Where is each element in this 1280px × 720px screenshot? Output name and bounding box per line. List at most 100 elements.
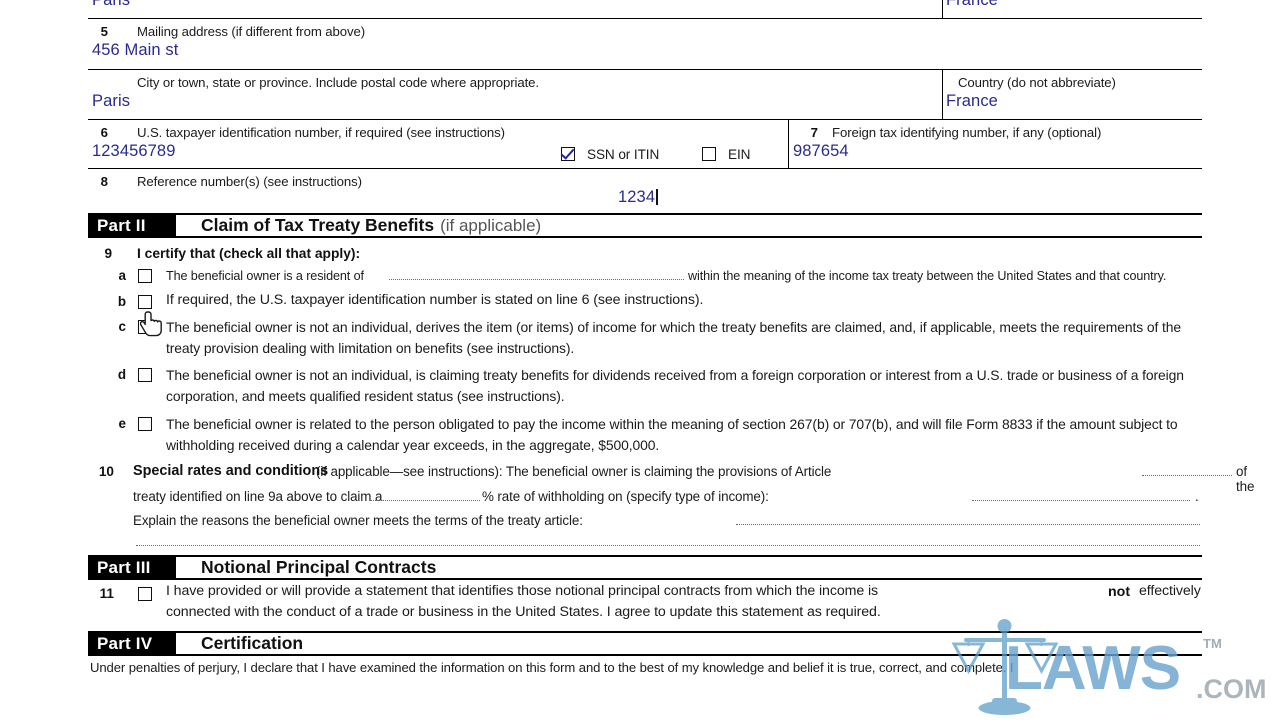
line9e-text: The beneficial owner is related to the p… — [166, 416, 1178, 453]
line9c-row: c The beneficial owner is not an individ… — [88, 317, 1202, 362]
line5-row: 5 Mailing address (if different from abo… — [88, 19, 1202, 69]
line9b-letter: b — [117, 294, 126, 309]
line9a-row: a The beneficial owner is a resident of … — [88, 266, 1202, 291]
line9e-checkbox[interactable] — [138, 416, 152, 434]
form-body: Paris France 5 Mailing address (if diffe… — [88, 0, 1254, 680]
line8-value[interactable]: 1234 — [618, 188, 655, 206]
part3-title: Notional Principal Contracts — [201, 557, 437, 577]
line11-text-not: not — [1108, 584, 1131, 600]
line10-explain-leader-1[interactable] — [736, 524, 1200, 525]
line6-value[interactable]: 123456789 — [92, 142, 176, 161]
line9a-letter: a — [118, 268, 126, 283]
part4-perjury-row: Under penalties of perjury, I declare th… — [88, 656, 1202, 680]
line9a-checkbox-box[interactable] — [138, 269, 152, 283]
line9a-text-before: The beneficial owner is a resident of — [166, 269, 364, 283]
line7-number: 7 — [810, 125, 818, 140]
line9d-letter: d — [117, 367, 126, 382]
line10-seg4: % rate of withholding on (specify type o… — [482, 489, 769, 504]
line9c-text: The beneficial owner is not an individua… — [166, 319, 1181, 356]
text-caret — [656, 189, 658, 205]
line10-seg3: treaty identified on line 9a above to cl… — [133, 489, 383, 504]
ein-checkbox[interactable] — [702, 146, 716, 164]
line8-caption: Reference number(s) (see instructions) — [137, 174, 362, 189]
line7-caption: Foreign tax identifying number, if any (… — [832, 125, 1102, 140]
line7-value[interactable]: 987654 — [793, 142, 849, 161]
line9e-letter: e — [118, 416, 126, 431]
line11-text-1c: effectively — [1139, 583, 1201, 599]
line4-country-value[interactable]: France — [946, 0, 998, 10]
line9-heading-row: 9 I certify that (check all that apply): — [88, 238, 1202, 266]
line4-vertical-divider — [942, 0, 943, 18]
line11-row: 11 I have provided or will provide a sta… — [88, 580, 1202, 631]
part4-tag: Part IV — [88, 633, 176, 654]
line10-income-leader[interactable] — [972, 500, 1190, 501]
line9b-checkbox[interactable] — [138, 294, 152, 312]
line10-row: 10 Special rates and conditions (if appl… — [88, 461, 1254, 555]
line5-country-value[interactable]: France — [946, 92, 998, 111]
line9-number: 9 — [104, 246, 112, 261]
line6-vertical-divider — [788, 120, 789, 168]
line9c-checkbox-box[interactable] — [138, 320, 152, 334]
line9b-row: b If required, the U.S. taxpayer identif… — [88, 291, 1202, 317]
line9b-text: If required, the U.S. taxpayer identific… — [166, 292, 704, 308]
line10-seg2: of the — [1236, 464, 1255, 494]
line5-value[interactable]: 456 Main st — [92, 41, 178, 60]
part4-title: Certification — [201, 633, 304, 653]
line9a-checkbox[interactable] — [138, 268, 152, 286]
line8-value-wrap[interactable]: 1234 — [618, 188, 658, 207]
part2-banner: Part II Claim of Tax Treaty Benefits (if… — [88, 213, 1202, 238]
line6-caption: U.S. taxpayer identification number, if … — [137, 125, 505, 140]
form-page: Paris France 5 Mailing address (if diffe… — [0, 0, 1280, 720]
line10-explain-leader-2[interactable] — [136, 545, 1200, 546]
line4-remnant-row: Paris France — [88, 0, 1202, 18]
line10-seg5: . — [1195, 489, 1199, 504]
line4-city-value[interactable]: Paris — [92, 0, 130, 10]
line9e-row: e The beneficial owner is related to the… — [88, 411, 1202, 461]
line11-number: 11 — [99, 586, 114, 601]
line11-checkbox-box[interactable] — [138, 587, 152, 601]
line8-number: 8 — [100, 174, 108, 189]
line9d-checkbox[interactable] — [138, 367, 152, 385]
line9d-checkbox-box[interactable] — [138, 368, 152, 382]
line9a-leader-dots[interactable] — [389, 279, 684, 280]
line11-checkbox[interactable] — [138, 586, 152, 604]
line9d-row: d The beneficial owner is not an individ… — [88, 362, 1202, 411]
line10-rate-leader[interactable] — [370, 500, 480, 501]
part2-tag: Part II — [88, 215, 176, 236]
line5-vertical-divider — [942, 70, 943, 119]
line6-line7-row: 6 U.S. taxpayer identification number, i… — [88, 120, 1202, 168]
ein-checkbox-box[interactable] — [702, 147, 716, 161]
line5-city-caption: City or town, state or province. Include… — [137, 75, 539, 90]
line8-row: 8 Reference number(s) (see instructions)… — [88, 169, 1202, 213]
part2-title-wrap: Claim of Tax Treaty Benefits (if applica… — [176, 215, 541, 236]
line5-caption: Mailing address (if different from above… — [137, 24, 366, 39]
ssn-checkbox-box[interactable] — [561, 147, 575, 161]
part4-perjury-text: Under penalties of perjury, I declare th… — [90, 660, 1014, 675]
line10-number: 10 — [98, 464, 114, 479]
line9c-letter: c — [118, 319, 126, 334]
line5-city-value[interactable]: Paris — [92, 92, 130, 111]
part4-banner: Part IV Certification — [88, 631, 1202, 656]
line9b-checkbox-box[interactable] — [138, 295, 152, 309]
line9c-checkbox[interactable] — [138, 319, 152, 337]
line9e-checkbox-box[interactable] — [138, 417, 152, 431]
ssn-label: SSN or ITIN — [587, 147, 660, 162]
line10-article-leader[interactable] — [1142, 475, 1232, 476]
line10-seg1: (if applicable—see instructions): The be… — [316, 464, 832, 479]
line6-number: 6 — [100, 125, 108, 140]
part2-title-note: (if applicable) — [440, 215, 542, 235]
line9d-text: The beneficial owner is not an individua… — [166, 367, 1184, 404]
line10-bold-lead: Special rates and conditions — [133, 463, 329, 479]
line11-text-1a: I have provided or will provide a statem… — [166, 583, 879, 599]
part3-tag: Part III — [88, 557, 176, 578]
line11-text-2: connected with the conduct of a trade or… — [166, 604, 881, 620]
line10-explain-label: Explain the reasons the beneficial owner… — [133, 513, 583, 528]
ssn-checkbox[interactable] — [561, 146, 575, 164]
line9-heading: I certify that (check all that apply): — [137, 246, 361, 261]
ein-label: EIN — [728, 147, 751, 162]
line5-number: 5 — [100, 24, 108, 39]
watermark-tm: TM — [1203, 636, 1222, 651]
watermark-suffix: .COM — [1196, 674, 1267, 704]
line9a-text-after: within the meaning of the income tax tre… — [688, 269, 1167, 283]
line5-city-country-row: City or town, state or province. Include… — [88, 70, 1202, 119]
